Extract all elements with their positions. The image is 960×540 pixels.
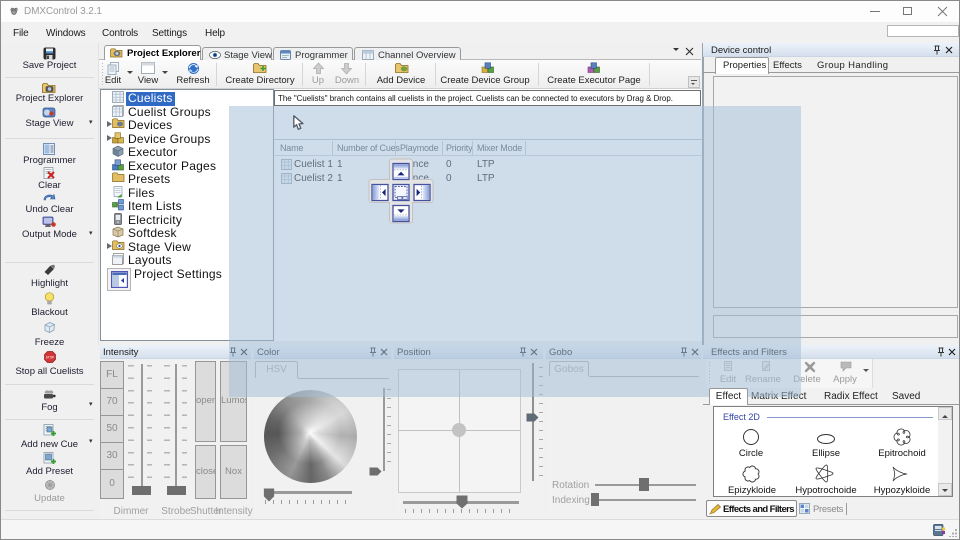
svg-text:STOP: STOP <box>46 356 55 360</box>
